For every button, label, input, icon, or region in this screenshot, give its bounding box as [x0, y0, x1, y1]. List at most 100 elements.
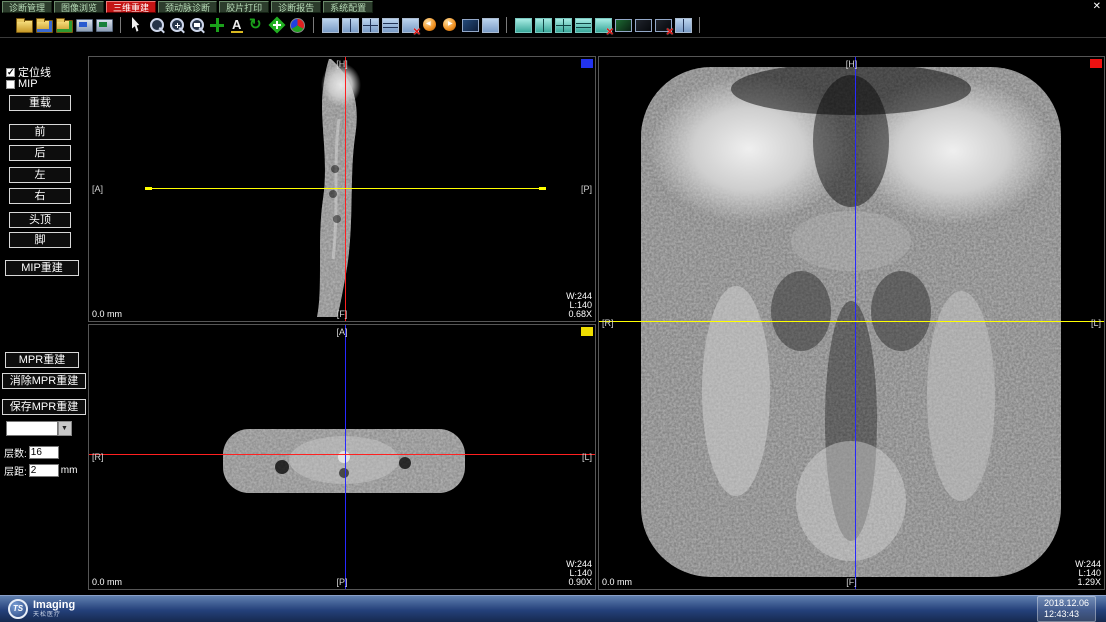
chevron-down-icon[interactable]	[58, 421, 72, 436]
viewport-corner-indicator	[581, 327, 593, 336]
zoom-in-icon[interactable]	[168, 16, 186, 34]
toolbar-separator	[699, 17, 700, 33]
window-icon[interactable]	[461, 16, 479, 34]
left-button[interactable]: 左	[9, 167, 71, 183]
color-wheel-icon[interactable]	[288, 16, 306, 34]
tab-film-print[interactable]: 胶片打印	[219, 1, 269, 13]
crosshair-vertical-line[interactable]	[855, 57, 856, 589]
foot-button[interactable]: 脚	[9, 232, 71, 248]
panel-icon[interactable]	[674, 16, 692, 34]
grid-grid-icon[interactable]	[554, 16, 572, 34]
layout-columns-icon[interactable]	[341, 16, 359, 34]
toolbar-separator	[120, 17, 121, 33]
phase-next-icon[interactable]	[441, 16, 459, 34]
tab-3d-reconstruction[interactable]: 三维重建	[106, 1, 156, 13]
tab-image-browse[interactable]: 图像浏览	[54, 1, 104, 13]
layout-rows-icon[interactable]	[381, 16, 399, 34]
orientation-label-right: [L]	[1091, 318, 1101, 328]
date-value: 2018.12.06	[1044, 598, 1089, 609]
viewport-coronal[interactable]: [H] [R] [L] [F] W:244 L:140 1.29X 0.0 mm	[598, 56, 1105, 590]
close-icon[interactable]: ✕	[1093, 1, 1101, 12]
annotation-icon[interactable]	[228, 16, 246, 34]
slice-gap-field: 层距: mm	[4, 463, 77, 478]
front-button[interactable]: 前	[9, 124, 71, 140]
scan-device-icon[interactable]	[75, 16, 93, 34]
select-value-box[interactable]	[6, 421, 58, 436]
mpr-rebuild-button[interactable]: MPR重建	[5, 352, 79, 368]
window-level-readout: W:244 L:140 0.68X	[566, 292, 592, 319]
window-level-readout: W:244 L:140 1.29X	[1075, 560, 1101, 587]
grid-close-icon[interactable]	[594, 16, 612, 34]
zoom-value: 0.68X	[566, 310, 592, 319]
move-icon[interactable]	[268, 16, 286, 34]
time-value: 12:43:43	[1044, 609, 1089, 620]
viewport-sagittal[interactable]: [H] [A] [P] [F] W:244 L:140 0.68X 0.0 mm	[88, 56, 596, 322]
viewport-axial[interactable]: [A] [R] [L] [P] W:244 L:140 0.90X 0.0 mm	[88, 324, 596, 590]
reload-button[interactable]: 重载	[9, 95, 71, 111]
tab-diagnosis-report[interactable]: 诊断报告	[271, 1, 321, 13]
mip-label: MIP	[18, 78, 38, 90]
grid-columns-icon[interactable]	[534, 16, 552, 34]
toolbar-separator	[313, 17, 314, 33]
window-level-readout: W:244 L:140 0.90X	[566, 560, 592, 587]
logo-mark-icon: TS	[8, 599, 28, 619]
open-folder-icon[interactable]	[15, 16, 33, 34]
mri-image-coronal	[601, 61, 1101, 585]
import-folder-icon[interactable]	[35, 16, 53, 34]
back-button[interactable]: 后	[9, 145, 71, 161]
print-device-icon[interactable]	[95, 16, 113, 34]
orientation-label-bottom: [F]	[846, 577, 857, 587]
line-handle-left[interactable]	[145, 187, 152, 190]
monitor-close-icon[interactable]	[654, 16, 672, 34]
slice-count-input[interactable]	[29, 446, 59, 459]
checkbox-unchecked-icon[interactable]	[6, 80, 15, 89]
mri-image-axial	[219, 415, 469, 510]
line-handle-right[interactable]	[539, 187, 546, 190]
toolbar	[0, 13, 1106, 38]
tab-diagnosis-management[interactable]: 诊断管理	[2, 1, 52, 13]
orientation-label-left: [A]	[92, 184, 103, 194]
rotate-icon[interactable]	[248, 16, 266, 34]
monitor-icon[interactable]	[614, 16, 632, 34]
layout-grid-icon[interactable]	[361, 16, 379, 34]
crosshair-horizontal-line[interactable]	[599, 321, 1104, 322]
monitor-dark-icon[interactable]	[634, 16, 652, 34]
mpr-series-select[interactable]	[6, 421, 72, 436]
crosshair-horizontal-line[interactable]	[89, 454, 595, 455]
datetime-display: 2018.12.06 12:43:43	[1037, 596, 1096, 622]
phase-prev-icon[interactable]	[421, 16, 439, 34]
right-button[interactable]: 右	[9, 188, 71, 204]
mpr-clear-button[interactable]: 消除MPR重建	[2, 373, 86, 389]
crosshair-vertical-line[interactable]	[345, 57, 346, 321]
mpr-save-button[interactable]: 保存MPR重建	[2, 399, 86, 415]
viewport-corner-indicator	[581, 59, 593, 68]
crosshair-vertical-line[interactable]	[345, 325, 346, 589]
head-button[interactable]: 头顶	[9, 212, 71, 228]
mip-checkbox[interactable]: MIP	[6, 78, 38, 90]
viewport-grid: [H] [A] [P] [F] W:244 L:140 0.68X 0.0 mm	[88, 38, 1106, 595]
application-window: 诊断管理 图像浏览 三维重建 颈动脉诊断 胶片打印 诊断报告 系统配置 ✕	[0, 0, 1106, 622]
grid-single-icon[interactable]	[514, 16, 532, 34]
window-alt-icon[interactable]	[481, 16, 499, 34]
slice-gap-unit: mm	[61, 465, 78, 476]
logo-text: Imaging 天松医疗	[33, 600, 75, 619]
cursor-icon[interactable]	[128, 16, 146, 34]
layout-close-icon[interactable]	[401, 16, 419, 34]
slice-gap-label: 层距:	[4, 463, 27, 478]
export-folder-icon[interactable]	[55, 16, 73, 34]
crosshair-horizontal-line[interactable]	[151, 188, 541, 189]
slice-gap-input[interactable]	[29, 464, 59, 477]
layout-single-icon[interactable]	[321, 16, 339, 34]
zoom-region-icon[interactable]	[188, 16, 206, 34]
main-area: 定位线 MIP 重载 前 后 左 右 头顶 脚 MIP重建 MPR重建 消除MP…	[0, 38, 1106, 595]
grid-rows-icon[interactable]	[574, 16, 592, 34]
orientation-label-bottom: [P]	[336, 577, 347, 587]
slice-count-field: 层数:	[4, 445, 59, 460]
pan-icon[interactable]	[208, 16, 226, 34]
orientation-label-bottom: [F]	[337, 309, 348, 319]
mip-rebuild-button[interactable]: MIP重建	[5, 260, 79, 276]
zoom-icon[interactable]	[148, 16, 166, 34]
tab-system-config[interactable]: 系统配置	[323, 1, 373, 13]
checkbox-checked-icon[interactable]	[6, 68, 15, 77]
tab-carotid-diagnosis[interactable]: 颈动脉诊断	[158, 1, 217, 13]
